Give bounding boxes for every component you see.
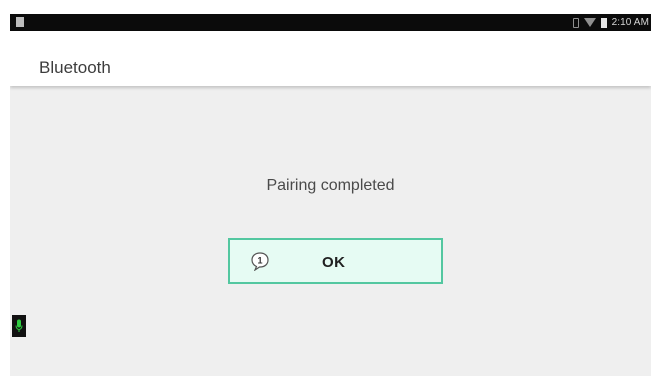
- ok-button[interactable]: 1 OK: [228, 238, 443, 284]
- battery-icon: [600, 17, 607, 28]
- ok-badge-number: 1: [257, 256, 262, 266]
- status-bar: 2:10 AM: [10, 14, 651, 31]
- page-title: Bluetooth: [39, 58, 111, 77]
- bluetooth-icon: [572, 17, 579, 28]
- app-bar: Bluetooth: [10, 31, 651, 86]
- screen: 2:10 AM Bluetooth Pairing completed 1 OK: [10, 14, 651, 376]
- notification-icon: [16, 17, 24, 27]
- mic-button[interactable]: [12, 315, 26, 337]
- pairing-message: Pairing completed: [266, 177, 395, 194]
- mic-icon: [15, 319, 23, 332]
- wifi-icon: [583, 18, 596, 27]
- ok-button-label: OK: [322, 254, 346, 271]
- speech-bubble-icon: 1: [251, 252, 269, 271]
- status-indicators: 2:10 AM: [572, 15, 649, 30]
- status-time: 2:10 AM: [611, 17, 649, 28]
